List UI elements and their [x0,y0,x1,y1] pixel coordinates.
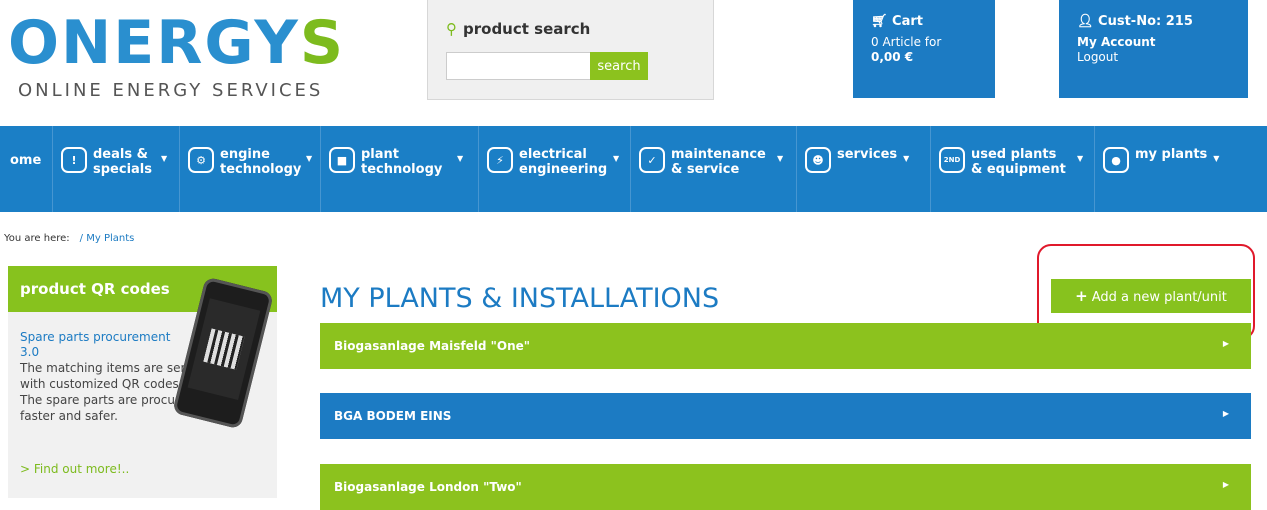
chevron-down-icon: ▼ [613,154,620,163]
qr-code-icon [203,328,245,370]
search-input[interactable] [446,52,596,80]
product-search-title: ⚲ product search [446,20,590,38]
cart-article-count: 0 Article for [871,35,942,49]
chevron-right-icon: ▶ [1222,409,1229,418]
nav-item-my-plants[interactable]: ● my plants ▼ [1095,126,1267,212]
circuit-icon: ⚡ [487,147,513,173]
plant-name: Biogasanlage Maisfeld "One" [334,339,531,353]
plant-row[interactable]: Biogasanlage London "Two" ▶ [320,464,1251,510]
customer-number: 👤︎ Cust-No: 215 [1077,14,1230,29]
add-new-plant-label: Add a new plant/unit [1091,290,1227,305]
main-navigation: ome ! deals & specials ▼ ⚙ engine techno… [0,126,1267,212]
add-new-plant-button[interactable]: + Add a new plant/unit [1051,279,1251,313]
plus-icon: + [1075,287,1088,305]
chevron-down-icon: ▼ [161,154,168,163]
plant-icon: ■ [329,147,355,173]
find-out-more-link[interactable]: > Find out more!.. [20,462,129,476]
nav-item-label: engine technology [220,147,302,177]
logo-part-ergy: ERGY [113,8,300,78]
nav-item-label: electrical engineering [519,147,608,177]
chevron-down-icon: ▼ [1077,154,1084,163]
nav-item-label: used plants & equipment [971,147,1066,177]
plant-row[interactable]: BGA BODEM EINS ▶ [320,393,1251,439]
exclamation-icon: ! [61,147,87,173]
cart-total: 0,00 € [871,50,914,64]
cart-icon: 🛒︎ [871,14,888,29]
nav-item-deals-specials[interactable]: ! deals & specials ▼ [53,126,180,212]
chevron-down-icon: ▼ [306,154,313,163]
nav-item-label: services [837,147,898,162]
qr-promo-title-link[interactable]: Spare parts procurement 3.0 [20,330,190,360]
nav-item-label: deals & specials [93,147,152,177]
user-icon: 👤︎ [1077,14,1094,29]
product-search-label: product search [463,20,591,38]
plant-name: BGA BODEM EINS [334,409,452,423]
nav-item-label: maintenance & service [671,147,766,177]
product-search-panel: ⚲ product search search [427,0,714,100]
nav-item-home[interactable]: ome [0,126,53,212]
breadcrumb-prefix: You are here: [4,233,70,244]
second-hand-icon: 2ND [939,147,965,173]
plant-row[interactable]: Biogasanlage Maisfeld "One" ▶ [320,323,1251,369]
tank-icon: ● [1103,147,1129,173]
search-icon: ⚲ [446,20,457,38]
nav-item-used-plants-equipment[interactable]: 2ND used plants & equipment ▼ [931,126,1095,212]
chevron-down-icon: ▼ [457,154,464,163]
search-button[interactable]: search [590,52,648,80]
chevron-down-icon: ▼ [777,154,784,163]
chevron-down-icon: ▼ [903,154,910,163]
logo-tagline: ONLINE ENERGY SERVICES [18,80,324,101]
my-account-link[interactable]: My Account [1077,35,1230,50]
breadcrumb-my-plants[interactable]: / My Plants [80,233,135,244]
nav-item-engine-technology[interactable]: ⚙ engine technology ▼ [180,126,321,212]
cart-label: Cart [892,14,923,29]
account-box: 👤︎ Cust-No: 215 My Account Logout [1059,0,1248,98]
page-title: MY PLANTS & INSTALLATIONS [320,283,720,314]
logout-link[interactable]: Logout [1077,50,1230,65]
nav-item-label: plant technology [361,147,443,177]
chevron-right-icon: ▶ [1222,339,1229,348]
logo-wordmark: ONERGYS [8,10,345,76]
checklist-icon: ✓ [639,147,665,173]
nav-item-label: ome [10,153,42,168]
logo-part-s: S [299,8,346,78]
chevron-down-icon: ▼ [1213,154,1220,163]
product-qr-codes-heading: product QR codes [20,280,170,298]
nav-item-maintenance-service[interactable]: ✓ maintenance & service ▼ [631,126,797,212]
plant-name: Biogasanlage London "Two" [334,480,522,494]
qr-promo-text: The matching items are sent with customi… [20,361,195,423]
cart-title: 🛒︎ Cart [871,14,977,29]
nav-item-plant-technology[interactable]: ■ plant technology ▼ [321,126,479,212]
engine-icon: ⚙ [188,147,214,173]
cart-box[interactable]: 🛒︎ Cart 0 Article for 0,00 € [853,0,995,98]
phone-screen [187,298,261,401]
customer-number-label: Cust-No: 215 [1098,14,1193,29]
logo-part-on: ON [8,8,114,78]
nav-item-electrical-engineering[interactable]: ⚡ electrical engineering ▼ [479,126,631,212]
nav-item-label: my plants [1135,147,1208,162]
chevron-right-icon: ▶ [1222,480,1229,489]
breadcrumb: You are here: / My Plants [4,233,134,244]
service-person-icon: ☻ [805,147,831,173]
nav-item-services[interactable]: ☻ services ▼ [797,126,931,212]
